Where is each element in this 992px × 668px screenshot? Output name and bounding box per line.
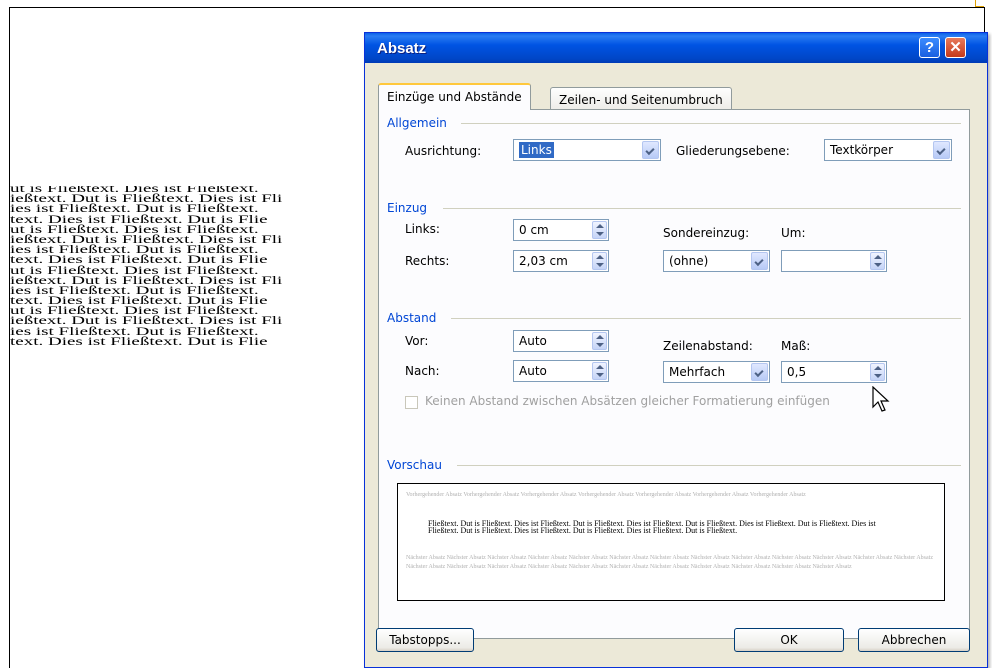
tab-panel: Allgemein Ausrichtung: Links Gliederungs… xyxy=(378,109,970,639)
absatz-dialog: Absatz ? ✕ Zeilen- und Seitenumbruch Ein… xyxy=(364,32,988,668)
nach-input[interactable]: Auto xyxy=(513,360,609,382)
vor-label: Vor: xyxy=(405,334,429,348)
preview-box: Vorhergehender Absatz Vorhergehender Abs… xyxy=(397,483,945,601)
rechts-input[interactable]: 2,03 cm xyxy=(513,250,609,272)
um-input[interactable] xyxy=(781,250,887,272)
chevron-down-icon[interactable] xyxy=(751,363,768,381)
document-text-line: text. Dies ist Fließtext. Dut is Flie xyxy=(10,212,268,226)
document-body-text[interactable]: ut is Fließtext. Dies ist Fließtext. ieß… xyxy=(10,186,370,446)
sondereinzug-label: Sondereinzug: xyxy=(663,226,750,240)
um-label: Um: xyxy=(781,226,806,240)
dialog-title: Absatz xyxy=(377,40,427,57)
vor-input[interactable]: Auto xyxy=(513,330,609,352)
mass-label: Maß: xyxy=(781,339,811,353)
section-divider xyxy=(461,123,961,124)
rechts-value: 2,03 cm xyxy=(519,254,568,268)
section-allgemein-title: Allgemein xyxy=(387,116,447,130)
zeilenabstand-label: Zeilenabstand: xyxy=(663,339,753,353)
section-divider xyxy=(443,208,961,209)
no-space-checkbox[interactable] xyxy=(405,396,418,409)
tabstopps-button[interactable]: Tabstopps... xyxy=(376,628,474,652)
links-value: 0 cm xyxy=(519,223,549,237)
links-input[interactable]: 0 cm xyxy=(513,219,609,241)
nach-value: Auto xyxy=(519,364,547,378)
vor-value: Auto xyxy=(519,334,547,348)
rechts-label: Rechts: xyxy=(405,254,450,268)
preview-next-paragraph: Nächster Absatz Nächster Absatz Nächster… xyxy=(406,555,933,570)
dialog-client: Zeilen- und Seitenumbruch Einzüge und Ab… xyxy=(368,63,984,664)
sondereinzug-value: (ohne) xyxy=(669,254,709,268)
ausrichtung-value: Links xyxy=(519,142,554,158)
sondereinzug-select[interactable]: (ohne) xyxy=(663,250,770,272)
gliederungsebene-value: Textkörper xyxy=(830,143,893,157)
cancel-button[interactable]: Abbrechen xyxy=(858,628,970,652)
document-text-line: text. Dies ist Fließtext. Dut is Flie xyxy=(10,335,268,349)
gliederungsebene-label: Gliederungsebene: xyxy=(676,144,790,158)
links-label: Links: xyxy=(405,222,440,236)
tab-einzuege-abstaende[interactable]: Einzüge und Abstände xyxy=(378,83,531,110)
ausrichtung-select[interactable]: Links xyxy=(513,139,661,161)
spinner-icon[interactable] xyxy=(592,362,607,380)
document-text-line: ies ist Fließtext. Dut is Fließtext. xyxy=(10,202,259,216)
section-divider xyxy=(457,465,961,466)
preview-previous-paragraph: Vorhergehender Absatz Vorhergehender Abs… xyxy=(406,492,806,498)
chevron-down-icon[interactable] xyxy=(933,141,950,159)
page-corner-mark xyxy=(975,0,984,7)
dialog-titlebar[interactable]: Absatz ? ✕ xyxy=(365,33,987,63)
help-icon: ? xyxy=(924,39,935,56)
spinner-icon[interactable] xyxy=(592,332,607,350)
document-text-line: text. Dies ist Fließtext. Dut is Flie xyxy=(10,253,268,267)
section-divider xyxy=(451,318,961,319)
gliederungsebene-select[interactable]: Textkörper xyxy=(824,139,952,161)
zeilenabstand-select[interactable]: Mehrfach xyxy=(663,361,770,383)
spinner-icon[interactable] xyxy=(870,363,885,381)
ok-button[interactable]: OK xyxy=(734,628,844,652)
document-text-line: ies ist Fließtext. Dut is Fließtext. xyxy=(10,324,259,338)
document-text-line: ießtext. Dut is Fließtext. Dies ist Fli xyxy=(10,314,283,328)
section-vorschau-title: Vorschau xyxy=(387,458,442,472)
document-text-line: ies ist Fließtext. Dut is Fließtext. xyxy=(10,284,259,298)
no-space-checkbox-label: Keinen Abstand zwischen Absätzen gleiche… xyxy=(425,394,830,408)
preview-current-paragraph: Fließtext. Dut is Fließtext. Dies ist Fl… xyxy=(428,519,876,535)
chevron-down-icon[interactable] xyxy=(642,141,659,159)
zeilenabstand-value: Mehrfach xyxy=(669,365,726,379)
mouse-cursor-icon xyxy=(872,386,890,412)
tab-label: Zeilen- und Seitenumbruch xyxy=(559,93,723,107)
tab-label: Einzüge und Abstände xyxy=(387,90,522,104)
spinner-icon[interactable] xyxy=(592,221,607,239)
spinner-icon[interactable] xyxy=(592,252,607,270)
help-button[interactable]: ? xyxy=(919,37,940,58)
chevron-down-icon[interactable] xyxy=(751,252,768,270)
close-button[interactable]: ✕ xyxy=(945,37,966,58)
document-text-line: ut is Fließtext. Dies ist Fließtext. xyxy=(10,223,259,237)
tab-zeilen-seitenumbruch[interactable]: Zeilen- und Seitenumbruch xyxy=(550,87,732,111)
mass-input[interactable]: 0,5 xyxy=(781,361,887,383)
close-icon: ✕ xyxy=(949,39,962,56)
ausrichtung-label: Ausrichtung: xyxy=(405,144,482,158)
spinner-icon[interactable] xyxy=(870,252,885,270)
section-einzug-title: Einzug xyxy=(387,201,428,215)
document-text-line: ut is Fließtext. Dies ist Fließtext. xyxy=(10,263,259,277)
section-abstand-title: Abstand xyxy=(387,311,437,325)
document-text-line: ießtext. Dut is Fließtext. Dies ist Fli xyxy=(10,273,283,287)
nach-label: Nach: xyxy=(405,364,440,378)
mass-value: 0,5 xyxy=(787,365,807,379)
